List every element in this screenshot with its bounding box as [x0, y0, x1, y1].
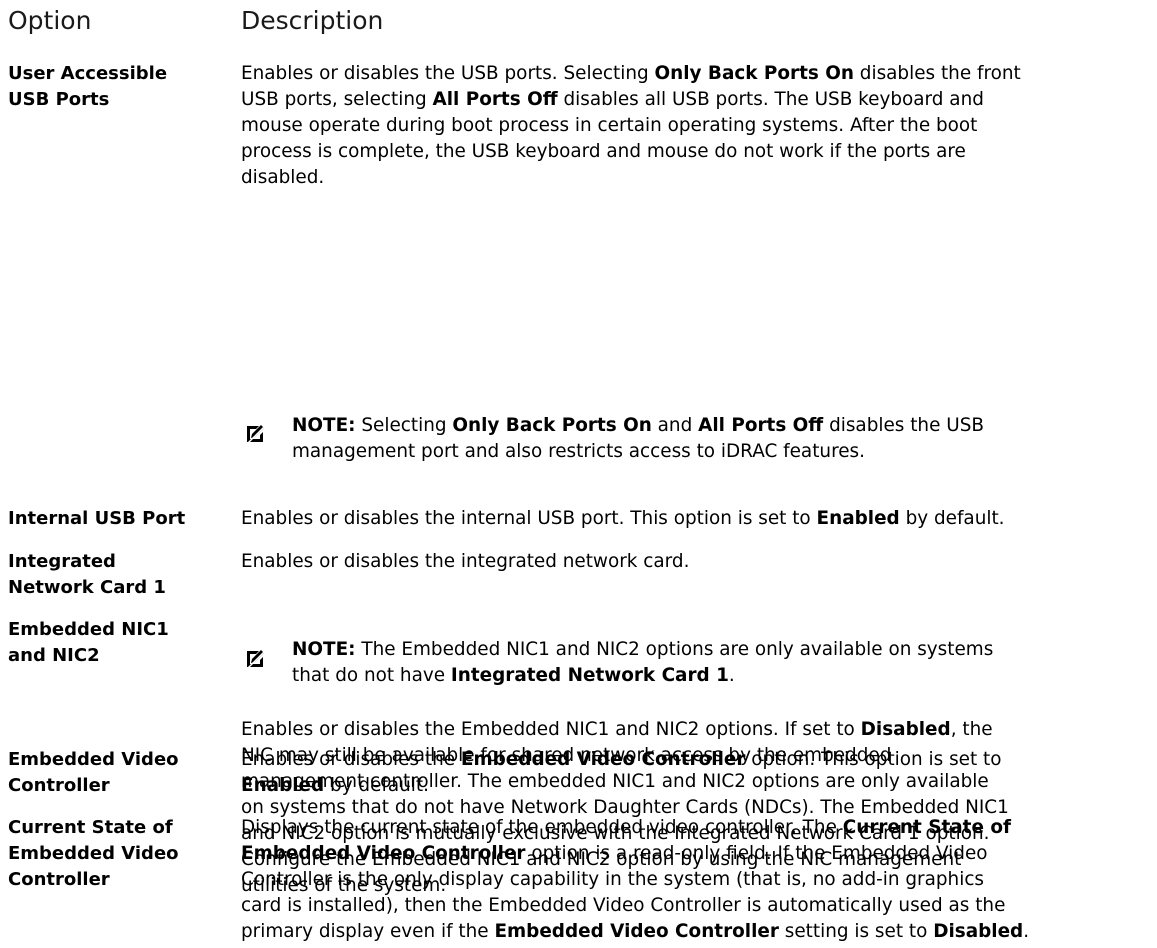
text-span: setting is set to	[778, 921, 934, 942]
text-span: disables all USB ports. The USB keyboard…	[557, 89, 984, 110]
desc-line: Embedded Video Controller option is a re…	[241, 841, 1153, 867]
desc-line: Enables or disables the integrated netwo…	[241, 549, 1153, 575]
text-span: .	[1023, 921, 1030, 942]
note-line: management port and also restricts acces…	[292, 439, 984, 465]
text-span: Enables or disables the integrated netwo…	[241, 551, 690, 572]
option-description: Enables or disables the USB ports. Selec…	[241, 61, 1153, 191]
option-label: Internal USB Port	[8, 508, 186, 529]
text-span: Enables or disables the USB ports. Selec…	[241, 63, 655, 84]
emphasized-text: Integrated Network Card 1	[450, 665, 729, 686]
desc-line: Enables or disables the USB ports. Selec…	[241, 61, 1153, 87]
desc-line: Enabled by default.	[241, 773, 1153, 799]
text-span: Controller is the only display capabilit…	[241, 869, 985, 890]
text-span: Displays the current state of the embedd…	[241, 817, 843, 838]
text-span: mouse operate during boot process in cer…	[241, 115, 978, 136]
note-keyword: NOTE:	[292, 415, 356, 436]
option-description: Displays the current state of the embedd…	[241, 815, 1153, 945]
desc-line: mouse operate during boot process in cer…	[241, 113, 1153, 139]
text-span: option is a read-only field. If the Embe…	[525, 843, 988, 864]
text-span: option. This option is set to	[745, 749, 1002, 770]
text-span: The Embedded NIC1 and NIC2 options are o…	[355, 639, 994, 660]
text-span: process is complete, the USB keyboard an…	[241, 141, 966, 162]
emphasized-text: Embedded Video Controller	[494, 921, 779, 942]
emphasized-text: Only Back Ports On	[452, 415, 652, 436]
text-span: disabled.	[241, 167, 325, 188]
desc-line: Enables or disables the Embedded NIC1 an…	[241, 717, 1153, 743]
text-span: that do not have	[292, 665, 451, 686]
option-column-header: Option	[8, 6, 92, 35]
desc-line: process is complete, the USB keyboard an…	[241, 139, 1153, 165]
desc-line: Enables or disables the internal USB por…	[241, 506, 1153, 532]
option-label: User Accessible USB Ports	[8, 63, 168, 110]
text-span: management port and also restricts acces…	[292, 441, 865, 462]
text-span: by default.	[899, 508, 1005, 529]
emphasized-text: Enabled	[241, 775, 325, 796]
text-span: disables the USB	[823, 415, 985, 436]
note-block: NOTE: The Embedded NIC1 and NIC2 options…	[292, 637, 993, 689]
option-label: Embedded NIC1 and NIC2	[8, 619, 169, 666]
note-line: NOTE: Selecting Only Back Ports On and A…	[292, 413, 984, 439]
text-span: card is installed), then the Embedded Vi…	[241, 895, 1006, 916]
desc-line: Displays the current state of the embedd…	[241, 815, 1153, 841]
emphasized-text: Current State of	[842, 817, 1011, 838]
option-description: Enables or disables the integrated netwo…	[241, 549, 1153, 575]
emphasized-text: Embedded Video Controller	[460, 749, 746, 770]
option-description: Enables or disables the internal USB por…	[241, 506, 1153, 532]
option-label: Current State of Embedded Video Controll…	[8, 817, 179, 890]
desc-line: card is installed), then the Embedded Vi…	[241, 893, 1153, 919]
emphasized-text: Enabled	[816, 508, 900, 529]
emphasized-text: Disabled	[933, 921, 1024, 942]
desc-line: disabled.	[241, 165, 1153, 191]
option-label: Embedded Video Controller	[8, 749, 179, 796]
desc-line: USB ports, selecting All Ports Off disab…	[241, 87, 1153, 113]
note-line: NOTE: The Embedded NIC1 and NIC2 options…	[292, 637, 993, 663]
text-span: and	[651, 415, 699, 436]
note-block: NOTE: Selecting Only Back Ports On and A…	[292, 413, 984, 465]
text-span: Enables or disables the Embedded NIC1 an…	[241, 719, 861, 740]
desc-line: Controller is the only display capabilit…	[241, 867, 1153, 893]
note-keyword: NOTE:	[292, 639, 356, 660]
desc-line: primary display even if the Embedded Vid…	[241, 919, 1153, 945]
text-span: Enables or disables the internal USB por…	[241, 508, 817, 529]
pencil-icon	[244, 425, 266, 447]
text-span: , the	[950, 719, 993, 740]
emphasized-text: All Ports Off	[698, 415, 824, 436]
option-label: Integrated Network Card 1	[8, 551, 166, 598]
desc-line: Enables or disables the Embedded Video C…	[241, 747, 1153, 773]
emphasized-text: All Ports Off	[432, 89, 558, 110]
emphasized-text: Embedded Video Controller	[241, 843, 526, 864]
text-span: USB ports, selecting	[241, 89, 433, 110]
emphasized-text: Disabled	[860, 719, 951, 740]
text-span: Enables or disables the	[241, 749, 461, 770]
note-line: that do not have Integrated Network Card…	[292, 663, 993, 689]
text-span: Selecting	[355, 415, 453, 436]
pencil-icon	[244, 650, 266, 672]
text-span: .	[728, 665, 735, 686]
option-description: Enables or disables the Embedded Video C…	[241, 747, 1153, 799]
text-span: primary display even if the	[241, 921, 495, 942]
text-span: disables the front	[853, 63, 1021, 84]
emphasized-text: Only Back Ports On	[654, 63, 854, 84]
description-column-header: Description	[241, 6, 384, 35]
text-span: by default.	[324, 775, 429, 796]
